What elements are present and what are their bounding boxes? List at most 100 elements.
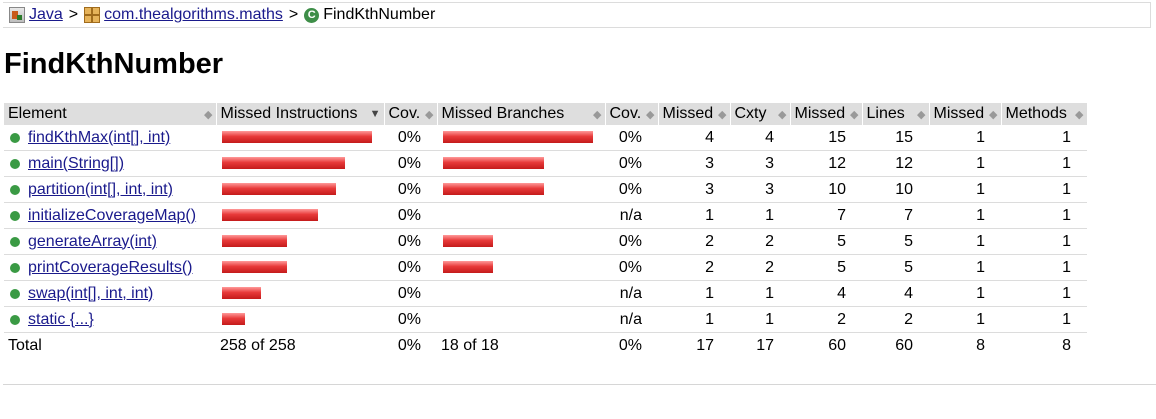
missed-cxty-cell: 1 xyxy=(658,306,730,333)
missed-instructions-bar xyxy=(222,235,287,248)
col-header-missed-methods[interactable]: Missed ◆ xyxy=(929,103,1002,125)
branch-cov-cell: n/a xyxy=(605,280,658,307)
total-cxty: 17 xyxy=(756,336,774,354)
missed-methods-cell: 1 xyxy=(929,306,1001,333)
breadcrumb-link-package[interactable]: com.thealgorithms.maths xyxy=(104,6,283,24)
total-missed-branches: 18 of 18 xyxy=(441,336,499,354)
branch-cov-cell: 0% xyxy=(605,125,658,151)
element-cell: swap(int[], int, int) xyxy=(4,280,216,307)
missed-instructions-cell xyxy=(216,228,384,255)
branch-cov-cell: 0% xyxy=(605,228,658,255)
total-missed-cxty: 17 xyxy=(696,336,714,354)
breadcrumb-link-java[interactable]: Java xyxy=(29,6,63,24)
method-link[interactable]: static {...} xyxy=(28,311,94,329)
missed-instructions-cell xyxy=(216,280,384,307)
sort-icon: ◆ xyxy=(850,109,859,121)
missed-instructions-bar xyxy=(222,183,336,196)
col-header-missed-lines[interactable]: Missed ◆ xyxy=(790,103,863,125)
missed-branches-cell xyxy=(437,228,605,255)
total-missed-lines: 60 xyxy=(828,336,846,354)
breadcrumb-separator: > xyxy=(288,6,299,23)
method-link[interactable]: generateArray(int) xyxy=(28,233,157,251)
col-header-missed-instructions[interactable]: Missed Instructions ▼ xyxy=(216,103,385,125)
missed-cxty-cell: 3 xyxy=(658,150,730,177)
cxty-cell: 3 xyxy=(730,176,790,203)
missed-methods-cell: 1 xyxy=(929,254,1001,281)
page-title: FindKthNumber xyxy=(4,48,224,80)
missed-instructions-bar xyxy=(222,131,372,144)
col-header-cov-branches[interactable]: Cov. ◆ xyxy=(605,103,659,125)
method-icon xyxy=(10,236,20,247)
instr-cov-cell: 0% xyxy=(384,125,437,151)
missed-instructions-bar xyxy=(222,157,345,170)
missed-branches-bar xyxy=(443,261,493,274)
col-header-methods[interactable]: Methods ◆ xyxy=(1001,103,1088,125)
missed-lines-cell: 4 xyxy=(790,280,862,307)
method-icon xyxy=(10,314,20,325)
missed-branches-bar xyxy=(443,157,544,170)
missed-instructions-cell xyxy=(216,150,384,177)
cxty-cell: 1 xyxy=(730,280,790,307)
instr-cov-cell: 0% xyxy=(384,280,437,307)
missed-instructions-bar xyxy=(222,287,261,300)
lines-cell: 12 xyxy=(862,150,929,177)
missed-instructions-cell xyxy=(216,125,384,151)
col-header-cxty[interactable]: Cxty ◆ xyxy=(730,103,791,125)
missed-instructions-cell xyxy=(216,176,384,203)
missed-instructions-cell xyxy=(216,254,384,281)
missed-instructions-bar xyxy=(222,313,245,326)
lines-cell: 10 xyxy=(862,176,929,203)
col-header-lines[interactable]: Lines ◆ xyxy=(862,103,930,125)
method-icon xyxy=(10,288,20,299)
total-missed-methods: 8 xyxy=(976,336,985,354)
element-cell: static {...} xyxy=(4,306,216,333)
method-icon xyxy=(10,132,20,143)
method-link[interactable]: partition(int[], int, int) xyxy=(28,181,173,199)
missed-methods-cell: 1 xyxy=(929,150,1001,177)
element-cell: generateArray(int) xyxy=(4,228,216,255)
lines-cell: 4 xyxy=(862,280,929,307)
col-header-cov-instructions[interactable]: Cov. ◆ xyxy=(384,103,438,125)
element-cell: printCoverageResults() xyxy=(4,254,216,281)
method-link[interactable]: main(String[]) xyxy=(28,155,124,173)
cxty-cell: 2 xyxy=(730,254,790,281)
java-report-icon xyxy=(9,7,25,23)
cxty-cell: 2 xyxy=(730,228,790,255)
method-link[interactable]: initializeCoverageMap() xyxy=(28,207,196,225)
method-link[interactable]: findKthMax(int[], int) xyxy=(28,129,170,147)
methods-cell: 1 xyxy=(1001,150,1087,177)
missed-cxty-cell: 1 xyxy=(658,280,730,307)
total-methods: 8 xyxy=(1062,336,1071,354)
table-row: static {...} 0% n/a 1 1 2 2 1 1 xyxy=(4,306,1087,333)
missed-branches-cell xyxy=(437,306,605,333)
instr-cov-cell: 0% xyxy=(384,306,437,333)
instr-cov-cell: 0% xyxy=(384,202,437,229)
table-row: initializeCoverageMap() 0% n/a 1 1 7 7 1 1 xyxy=(4,202,1087,229)
sort-icon: ◆ xyxy=(593,109,602,121)
missed-cxty-cell: 2 xyxy=(658,254,730,281)
sort-icon: ◆ xyxy=(646,109,655,121)
missed-methods-cell: 1 xyxy=(929,202,1001,229)
col-header-missed-cxty[interactable]: Missed ◆ xyxy=(658,103,731,125)
col-header-element[interactable]: Element ◆ xyxy=(4,103,217,125)
missed-cxty-cell: 3 xyxy=(658,176,730,203)
method-link[interactable]: printCoverageResults() xyxy=(28,259,193,277)
instr-cov-cell: 0% xyxy=(384,228,437,255)
missed-lines-cell: 12 xyxy=(790,150,862,177)
cxty-cell: 3 xyxy=(730,150,790,177)
branch-cov-cell: 0% xyxy=(605,150,658,177)
missed-lines-cell: 5 xyxy=(790,254,862,281)
table-row: swap(int[], int, int) 0% n/a 1 1 4 4 1 1 xyxy=(4,280,1087,307)
footer-divider xyxy=(3,384,1156,385)
methods-cell: 1 xyxy=(1001,202,1087,229)
missed-branches-cell xyxy=(437,254,605,281)
branch-cov-cell: n/a xyxy=(605,202,658,229)
table-row: partition(int[], int, int) 0% 0% 3 3 10 10 1 1 xyxy=(4,176,1087,203)
class-icon: C xyxy=(304,7,320,23)
col-header-missed-branches[interactable]: Missed Branches ◆ xyxy=(437,103,606,125)
cxty-cell: 1 xyxy=(730,306,790,333)
coverage-table: Element ◆ Missed Instructions ▼ Cov. ◆ Miss… xyxy=(4,103,1088,358)
method-link[interactable]: swap(int[], int, int) xyxy=(28,285,153,303)
missed-methods-cell: 1 xyxy=(929,280,1001,307)
methods-cell: 1 xyxy=(1001,306,1087,333)
